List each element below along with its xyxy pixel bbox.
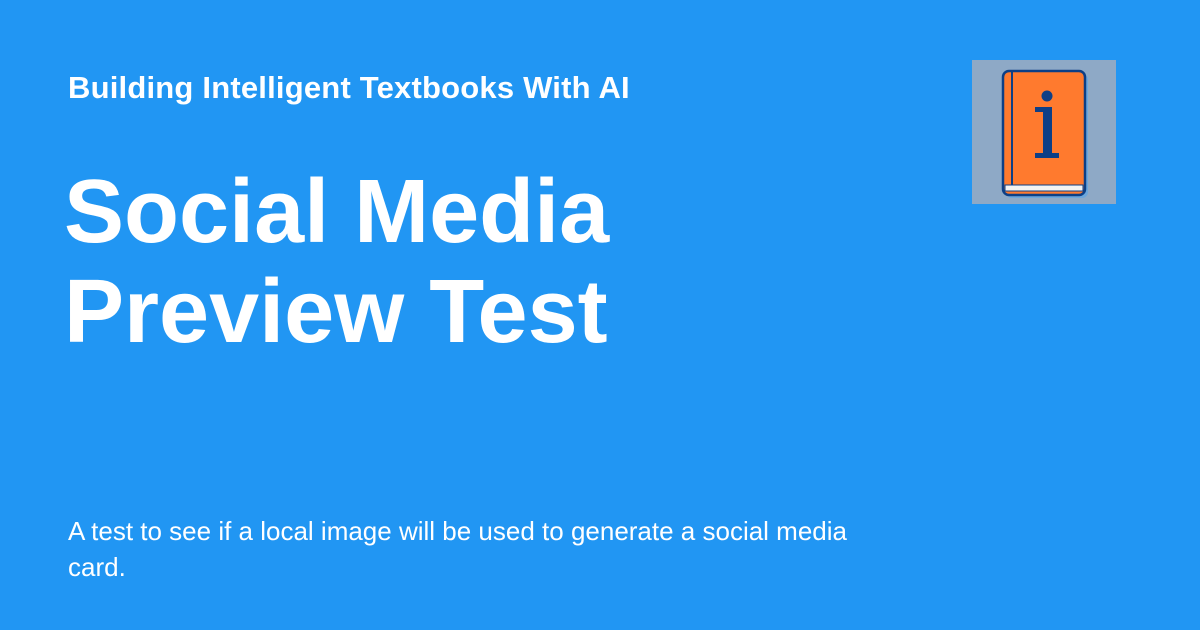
site-name: Building Intelligent Textbooks With AI — [68, 70, 630, 105]
site-logo — [972, 60, 1116, 204]
page-title: Social Media Preview Test — [64, 162, 610, 362]
page-description: A test to see if a local image will be u… — [68, 516, 847, 582]
orange-book-info-icon — [1001, 69, 1088, 198]
